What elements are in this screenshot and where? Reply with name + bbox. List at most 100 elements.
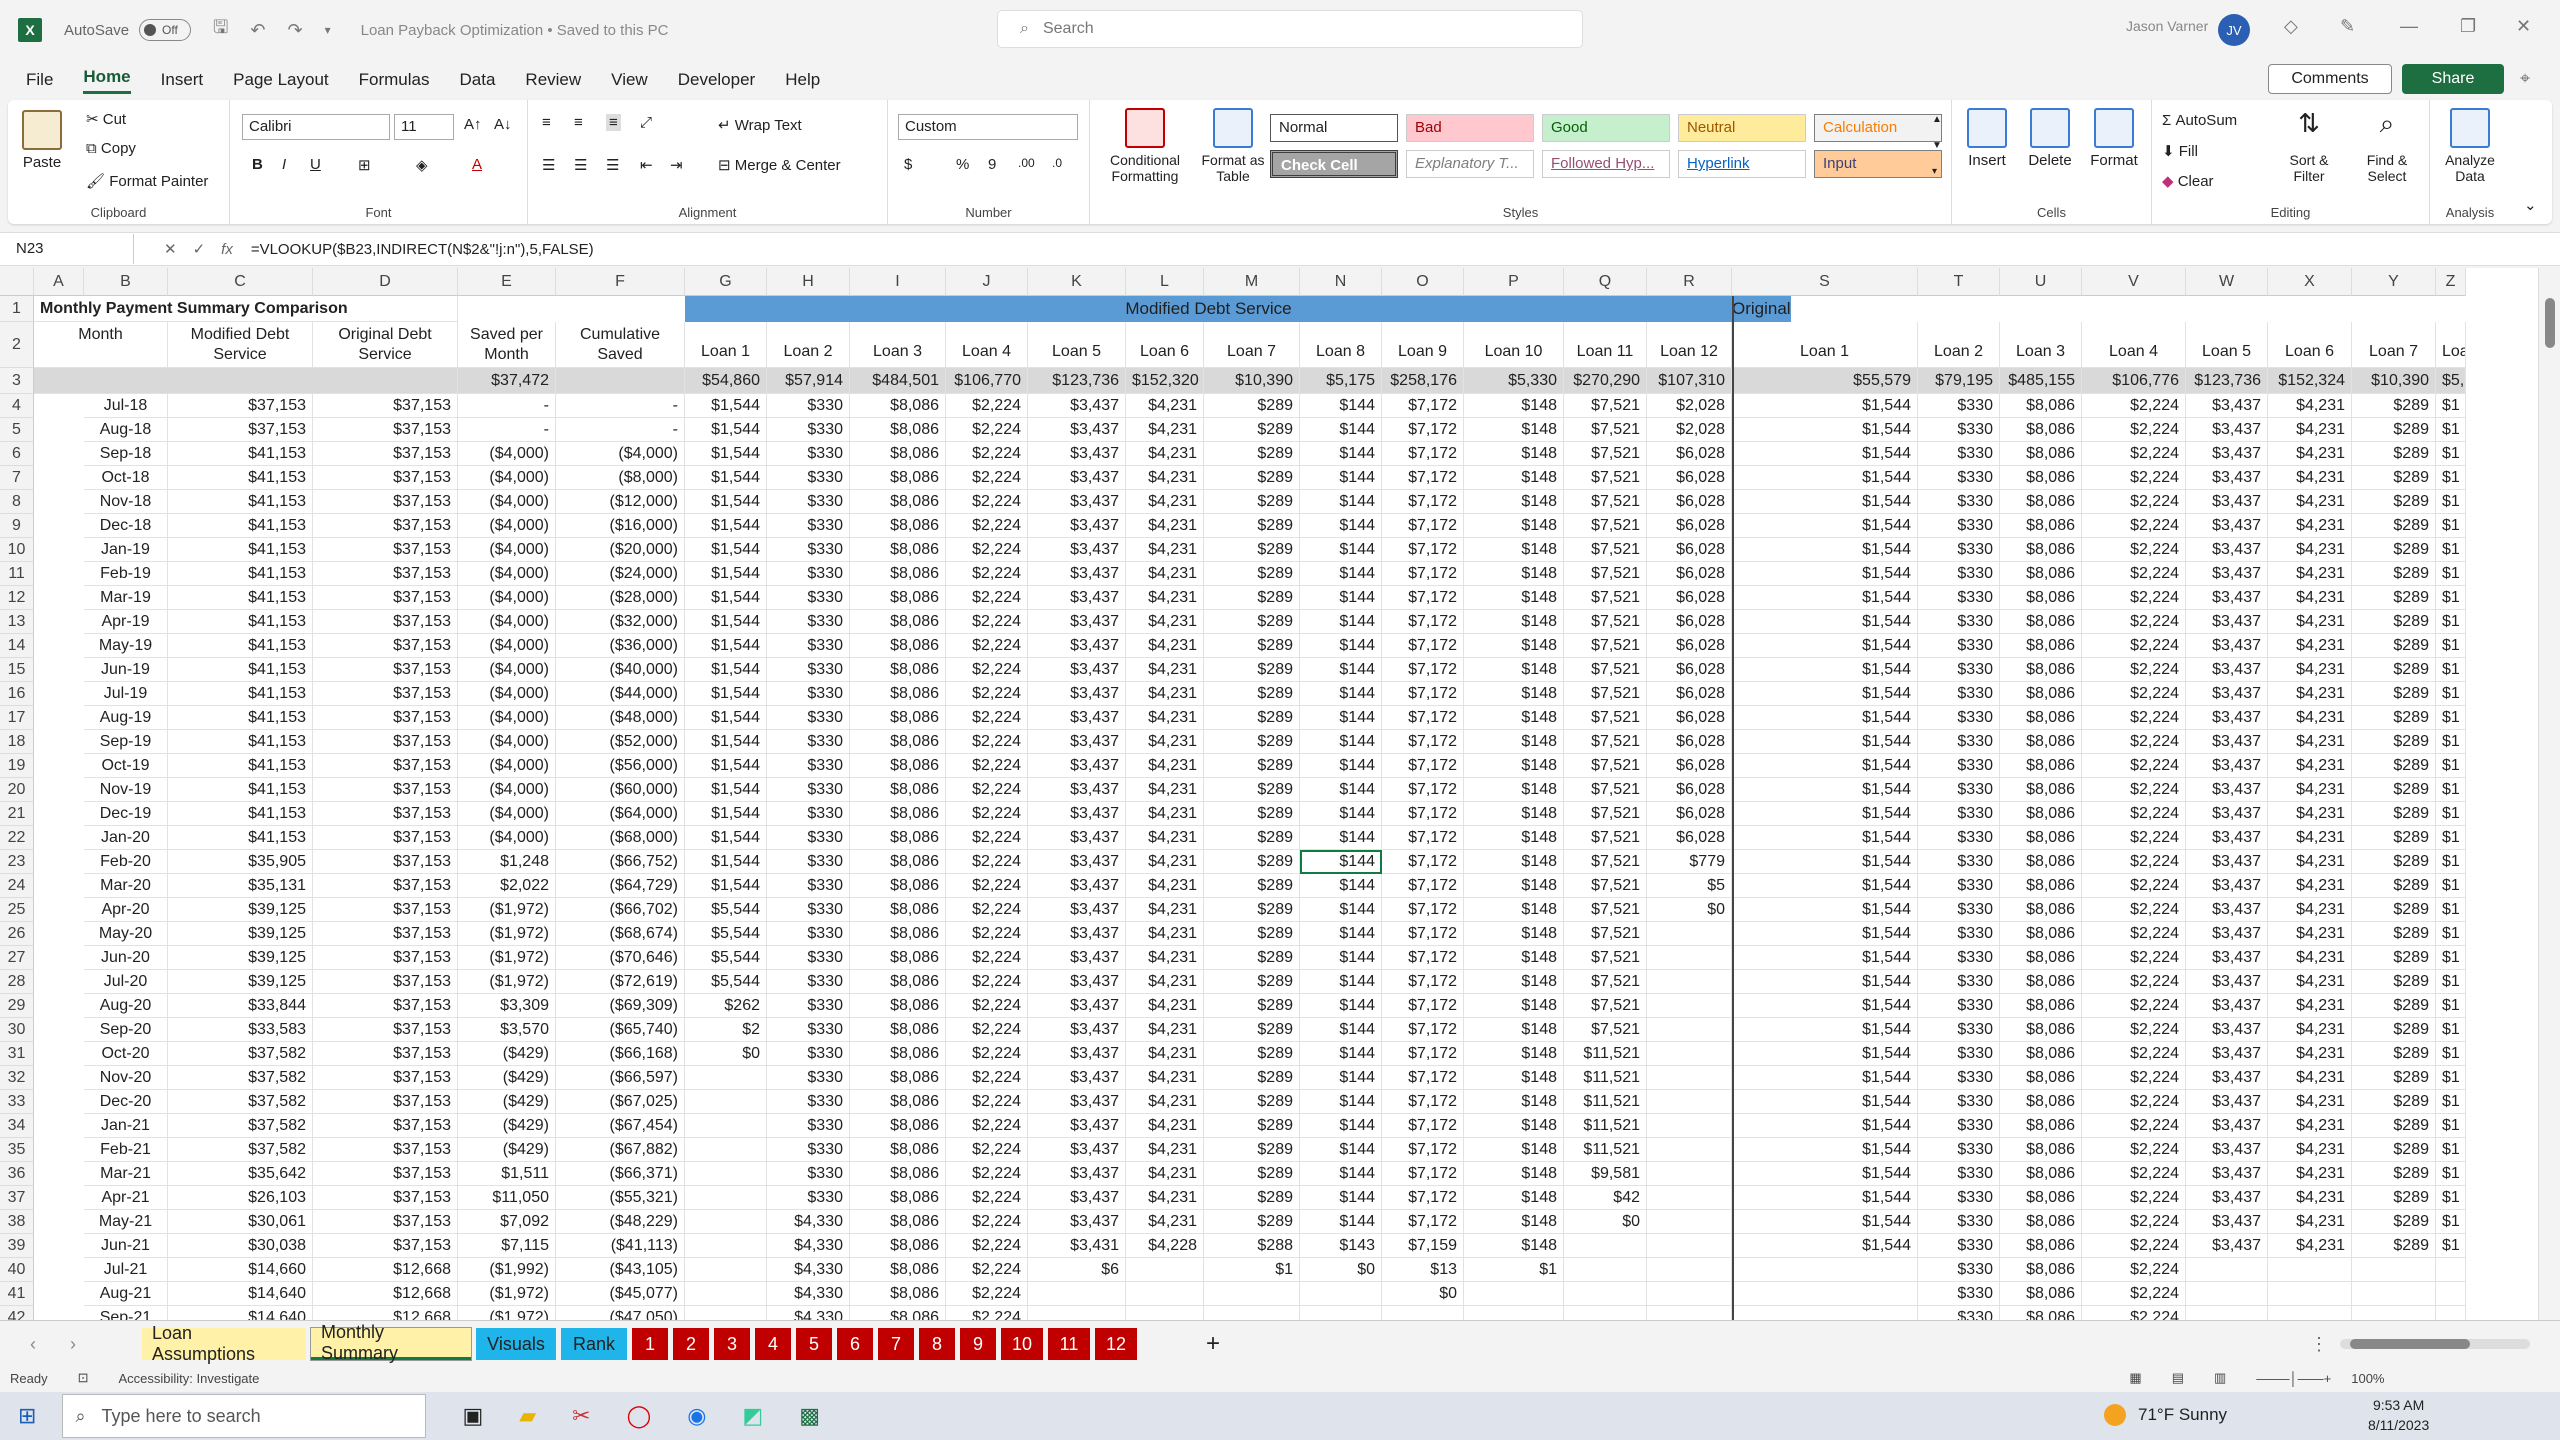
- table-cell[interactable]: ($47,050): [556, 1306, 685, 1320]
- table-cell[interactable]: $2,224: [946, 1210, 1028, 1234]
- table-cell[interactable]: $3,437: [1028, 634, 1126, 658]
- table-cell[interactable]: $3,437: [1028, 442, 1126, 466]
- table-cell[interactable]: $289: [1204, 922, 1300, 946]
- table-cell[interactable]: $148: [1464, 970, 1564, 994]
- align-bottom-icon[interactable]: ≡: [606, 114, 621, 131]
- table-cell[interactable]: $4,231: [2268, 802, 2352, 826]
- table-cell[interactable]: Jan-21: [84, 1114, 168, 1138]
- table-cell[interactable]: $8,086: [850, 586, 946, 610]
- table-cell[interactable]: $8,086: [2000, 1210, 2082, 1234]
- table-cell[interactable]: $2,224: [946, 730, 1028, 754]
- table-cell[interactable]: $330: [1918, 1186, 2000, 1210]
- styles-more-icon[interactable]: ▾: [1932, 166, 1937, 177]
- table-cell[interactable]: $1,544: [685, 826, 767, 850]
- table-cell[interactable]: $3,437: [1028, 1066, 1126, 1090]
- fx-icon[interactable]: fx: [205, 241, 233, 258]
- table-cell[interactable]: $1,511: [458, 1162, 556, 1186]
- table-cell[interactable]: $2,224: [946, 1306, 1028, 1320]
- table-cell[interactable]: $7,521: [1564, 394, 1647, 418]
- table-cell[interactable]: $144: [1300, 394, 1382, 418]
- tab-5[interactable]: 5: [796, 1328, 832, 1360]
- table-cell[interactable]: ($1,972): [458, 898, 556, 922]
- table-cell[interactable]: $0: [1564, 1210, 1647, 1234]
- table-cell[interactable]: $289: [2352, 538, 2436, 562]
- table-cell[interactable]: ($40,000): [556, 658, 685, 682]
- table-cell[interactable]: [1204, 1306, 1300, 1320]
- table-cell[interactable]: $3,437: [1028, 418, 1126, 442]
- row-header[interactable]: 41: [0, 1282, 34, 1306]
- table-cell[interactable]: $2,224: [946, 562, 1028, 586]
- table-cell[interactable]: $37,153: [313, 970, 458, 994]
- fill-button[interactable]: ⬇ Fill: [2162, 142, 2198, 161]
- table-cell[interactable]: $330: [1918, 1234, 2000, 1258]
- zoom-level[interactable]: 100%: [2351, 1371, 2384, 1386]
- table-cell[interactable]: $4,231: [2268, 538, 2352, 562]
- table-cell[interactable]: ($67,454): [556, 1114, 685, 1138]
- column-header[interactable]: U: [2000, 268, 2082, 296]
- table-cell[interactable]: $2,224: [946, 538, 1028, 562]
- table-cell[interactable]: $8,086: [2000, 586, 2082, 610]
- system-clock[interactable]: 9:53 AM 8/11/2023: [2368, 1395, 2429, 1435]
- table-cell[interactable]: $8,086: [2000, 658, 2082, 682]
- table-cell[interactable]: $289: [1204, 802, 1300, 826]
- table-cell[interactable]: Mar-21: [84, 1162, 168, 1186]
- table-cell[interactable]: $8,086: [2000, 1186, 2082, 1210]
- table-cell[interactable]: $2,224: [2082, 634, 2186, 658]
- table-cell[interactable]: $1: [2436, 466, 2466, 490]
- table-cell[interactable]: $8,086: [850, 850, 946, 874]
- table-cell[interactable]: $4,231: [1126, 562, 1204, 586]
- row-header[interactable]: 29: [0, 994, 34, 1018]
- table-cell[interactable]: $330: [767, 562, 850, 586]
- table-cell[interactable]: $289: [1204, 418, 1300, 442]
- table-cell[interactable]: $7,521: [1564, 1018, 1647, 1042]
- table-cell[interactable]: $41,153: [168, 562, 313, 586]
- table-cell[interactable]: $8,086: [850, 442, 946, 466]
- table-cell[interactable]: $4,231: [2268, 1018, 2352, 1042]
- enter-icon[interactable]: ✓: [177, 240, 206, 258]
- table-cell[interactable]: $1,544: [1732, 586, 1918, 610]
- table-cell[interactable]: $7,172: [1382, 682, 1464, 706]
- table-cell[interactable]: $2,224: [946, 1186, 1028, 1210]
- restore-icon[interactable]: ❐: [2460, 16, 2476, 37]
- table-cell[interactable]: $6,028: [1647, 466, 1732, 490]
- table-cell[interactable]: [685, 1306, 767, 1320]
- table-cell[interactable]: $8,086: [2000, 562, 2082, 586]
- table-cell[interactable]: $330: [1918, 682, 2000, 706]
- menu-developer[interactable]: Developer: [678, 70, 756, 90]
- table-cell[interactable]: $8,086: [2000, 1042, 2082, 1066]
- table-cell[interactable]: $3,437: [2186, 538, 2268, 562]
- table-cell[interactable]: $3,437: [2186, 418, 2268, 442]
- more-options-icon[interactable]: ⋮: [2300, 1328, 2338, 1360]
- table-cell[interactable]: $39,125: [168, 922, 313, 946]
- row-header[interactable]: 13: [0, 610, 34, 634]
- table-cell[interactable]: $330: [767, 970, 850, 994]
- chrome-icon[interactable]: ◉: [687, 1403, 706, 1429]
- table-cell[interactable]: $1,544: [685, 658, 767, 682]
- table-cell[interactable]: $330: [1918, 754, 2000, 778]
- table-cell[interactable]: $8,086: [850, 394, 946, 418]
- table-cell[interactable]: $37,582: [168, 1138, 313, 1162]
- table-cell[interactable]: $144: [1300, 634, 1382, 658]
- table-cell[interactable]: $289: [1204, 898, 1300, 922]
- table-cell[interactable]: $289: [1204, 850, 1300, 874]
- table-cell[interactable]: $7,172: [1382, 754, 1464, 778]
- table-cell[interactable]: $289: [2352, 1138, 2436, 1162]
- table-cell[interactable]: $1,544: [1732, 730, 1918, 754]
- table-cell[interactable]: $289: [2352, 898, 2436, 922]
- table-cell[interactable]: $4,231: [2268, 1210, 2352, 1234]
- table-cell[interactable]: $2,224: [2082, 1138, 2186, 1162]
- table-cell[interactable]: $7,521: [1564, 994, 1647, 1018]
- row-header[interactable]: 30: [0, 1018, 34, 1042]
- table-cell[interactable]: $7,172: [1382, 1210, 1464, 1234]
- table-cell[interactable]: $3,437: [2186, 1162, 2268, 1186]
- table-cell[interactable]: $1,544: [1732, 922, 1918, 946]
- table-cell[interactable]: ($4,000): [458, 706, 556, 730]
- row-header[interactable]: 21: [0, 802, 34, 826]
- table-cell[interactable]: [685, 1090, 767, 1114]
- table-cell[interactable]: $7,172: [1382, 1018, 1464, 1042]
- table-cell[interactable]: $1,544: [685, 874, 767, 898]
- table-cell[interactable]: $289: [2352, 658, 2436, 682]
- table-cell[interactable]: $8,086: [850, 1186, 946, 1210]
- table-cell[interactable]: ($1,972): [458, 1306, 556, 1320]
- table-cell[interactable]: ($4,000): [458, 634, 556, 658]
